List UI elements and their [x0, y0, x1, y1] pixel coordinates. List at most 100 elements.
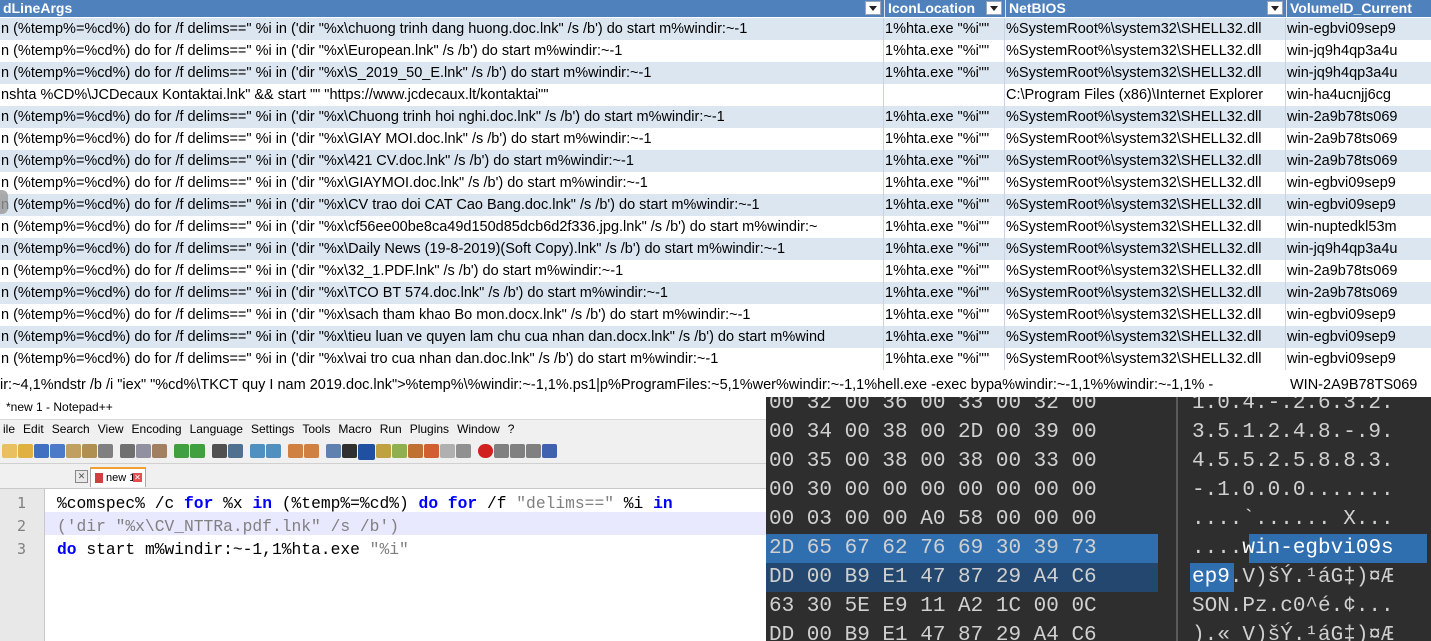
- cell-iconlocation[interactable]: 1%hta.exe "%i"": [884, 216, 1005, 238]
- close-icon[interactable]: ✕: [75, 470, 88, 483]
- cell-volumeid[interactable]: win-2a9b78ts069: [1286, 150, 1431, 172]
- hex-row[interactable]: DD 00 B9 E1 47 87 29 A4 C6).« V)šÝ.¹áG‡)…: [766, 621, 1431, 641]
- hex-row[interactable]: 00 03 00 00 A0 58 00 00 00 ....`...... X.…: [766, 505, 1431, 534]
- cell-netbios[interactable]: C:\Program Files (x86)\Internet Explorer: [1005, 84, 1286, 106]
- menu-macro[interactable]: Macro: [335, 420, 376, 439]
- save-icon[interactable]: [34, 444, 49, 458]
- cell-volumeid[interactable]: win-nuptedkl53m: [1286, 216, 1431, 238]
- table-row[interactable]: n (%temp%=%cd%) do for /f delims==" %i i…: [0, 216, 1431, 238]
- menu-view[interactable]: View: [95, 420, 129, 439]
- find-icon[interactable]: [212, 444, 227, 458]
- sync-horizontal-icon[interactable]: [304, 444, 319, 458]
- cell-netbios[interactable]: %SystemRoot%\system32\SHELL32.dll: [1005, 40, 1286, 62]
- open-file-icon[interactable]: [18, 444, 33, 458]
- column-header-volumeid[interactable]: VolumeID_Current: [1286, 0, 1431, 17]
- table-row[interactable]: n (%temp%=%cd%) do for /f delims==" %i i…: [0, 128, 1431, 150]
- cell-iconlocation[interactable]: 1%hta.exe "%i"": [884, 326, 1005, 348]
- stop-macro-icon[interactable]: [494, 444, 509, 458]
- save-all-icon[interactable]: [50, 444, 65, 458]
- zoom-out-icon[interactable]: [266, 444, 281, 458]
- cell-commandlineargs[interactable]: n (%temp%=%cd%) do for /f delims==" %i i…: [0, 326, 884, 348]
- cut-icon[interactable]: [120, 444, 135, 458]
- column-header-iconlocation[interactable]: IconLocation: [884, 0, 1005, 17]
- menu-run[interactable]: Run: [377, 420, 407, 439]
- hex-bytes[interactable]: 63 30 5E E9 11 A2 1C 00 0C: [769, 592, 1097, 621]
- cell-volumeid[interactable]: win-egbvi09sep9: [1286, 194, 1431, 216]
- ascii-text[interactable]: ....win-egbvi09s: [1192, 534, 1394, 563]
- cell-commandlineargs[interactable]: n (%temp%=%cd%) do for /f delims==" %i i…: [0, 238, 884, 260]
- cell-commandlineargs[interactable]: n (%temp%=%cd%) do for /f delims==" %i i…: [0, 282, 884, 304]
- hex-row[interactable]: 00 30 00 00 00 00 00 00 00 -.1.0.0.0.....…: [766, 476, 1431, 505]
- cell-volumeid[interactable]: win-jq9h4qp3a4u: [1286, 62, 1431, 84]
- sync-vertical-icon[interactable]: [288, 444, 303, 458]
- record-macro-icon[interactable]: [478, 444, 493, 458]
- cell-netbios[interactable]: %SystemRoot%\system32\SHELL32.dll: [1005, 128, 1286, 150]
- cell-netbios[interactable]: %SystemRoot%\system32\SHELL32.dll: [1005, 194, 1286, 216]
- cell-commandlineargs[interactable]: n (%temp%=%cd%) do for /f delims==" %i i…: [0, 216, 884, 238]
- table-row[interactable]: n (%temp%=%cd%) do for /f delims==" %i i…: [0, 304, 1431, 326]
- ascii-text[interactable]: ).« V)šÝ.¹áG‡)¤Æ: [1192, 621, 1394, 641]
- cell-volumeid[interactable]: win-jq9h4qp3a4u: [1286, 238, 1431, 260]
- cell-volumeid[interactable]: win-egbvi09sep9: [1286, 172, 1431, 194]
- cell-iconlocation[interactable]: 1%hta.exe "%i"": [884, 172, 1005, 194]
- cell-commandlineargs[interactable]: n (%temp%=%cd%) do for /f delims==" %i i…: [0, 106, 884, 128]
- cell-iconlocation[interactable]: 1%hta.exe "%i"": [884, 40, 1005, 62]
- window-title-bar[interactable]: *new 1 - Notepad++: [0, 397, 766, 418]
- save-macro-icon[interactable]: [542, 444, 557, 458]
- cell-netbios[interactable]: %SystemRoot%\system32\SHELL32.dll: [1005, 348, 1286, 370]
- hex-bytes[interactable]: 00 30 00 00 00 00 00 00 00: [769, 476, 1097, 505]
- cell-commandlineargs[interactable]: n (%temp%=%cd%) do for /f delims==" %i i…: [0, 172, 884, 194]
- play-macro-icon[interactable]: [510, 444, 525, 458]
- table-row[interactable]: nshta %CD%\JCDecaux Kontaktai.lnk" && st…: [0, 84, 1431, 106]
- menu-file[interactable]: ile: [0, 420, 20, 439]
- hex-bytes[interactable]: 00 35 00 38 00 38 00 33 00: [769, 447, 1097, 476]
- cell-volumeid[interactable]: win-egbvi09sep9: [1286, 304, 1431, 326]
- cell-iconlocation[interactable]: 1%hta.exe "%i"": [884, 150, 1005, 172]
- menu-window[interactable]: Window: [454, 420, 505, 439]
- cell-volumeid[interactable]: win-egbvi09sep9: [1286, 18, 1431, 40]
- cell-iconlocation[interactable]: 1%hta.exe "%i"": [884, 238, 1005, 260]
- cell-commandlineargs[interactable]: n (%temp%=%cd%) do for /f delims==" %i i…: [0, 348, 884, 370]
- cell-iconlocation[interactable]: [884, 84, 1005, 106]
- hex-row[interactable]: 63 30 5E E9 11 A2 1C 00 0C SON.Pz.c0^é.¢.…: [766, 592, 1431, 621]
- doc-map-icon[interactable]: [392, 444, 407, 458]
- cell-iconlocation[interactable]: 1%hta.exe "%i"": [884, 18, 1005, 40]
- print-icon[interactable]: [98, 444, 113, 458]
- ascii-text[interactable]: ep9.V)šÝ.¹áG‡)¤Æ: [1192, 563, 1394, 592]
- word-wrap-icon[interactable]: [326, 444, 341, 458]
- cell-commandlineargs[interactable]: n (%temp%=%cd%) do for /f delims==" %i i…: [0, 260, 884, 282]
- hex-bytes[interactable]: DD 00 B9 E1 47 87 29 A4 C6: [769, 563, 1097, 592]
- hex-bytes[interactable]: 00 34 00 38 00 2D 00 39 00: [769, 418, 1097, 447]
- zoom-in-icon[interactable]: [250, 444, 265, 458]
- cell-iconlocation[interactable]: 1%hta.exe "%i"": [884, 282, 1005, 304]
- table-row[interactable]: n (%temp%=%cd%) do for /f delims==" %i i…: [0, 150, 1431, 172]
- cell-netbios[interactable]: %SystemRoot%\system32\SHELL32.dll: [1005, 172, 1286, 194]
- cell-netbios[interactable]: %SystemRoot%\system32\SHELL32.dll: [1005, 62, 1286, 84]
- ascii-text[interactable]: 3.5.1.2.4.8.-.9.: [1192, 418, 1394, 447]
- column-header-commandlineargs[interactable]: dLineArgs: [0, 0, 884, 17]
- table-row[interactable]: n (%temp%=%cd%) do for /f delims==" %i i…: [0, 282, 1431, 304]
- table-row[interactable]: n (%temp%=%cd%) do for /f delims==" %i i…: [0, 260, 1431, 282]
- run-macro-multiple-icon[interactable]: [526, 444, 541, 458]
- cell-iconlocation[interactable]: 1%hta.exe "%i"": [884, 260, 1005, 282]
- hex-row[interactable]: 00 35 00 38 00 38 00 33 00 4.5.5.2.5.8.8.…: [766, 447, 1431, 476]
- hex-bytes[interactable]: 00 32 00 36 00 33 00 32 00: [769, 397, 1097, 418]
- cell-commandlineargs[interactable]: n (%temp%=%cd%) do for /f delims==" %i i…: [0, 304, 884, 326]
- cell-volumeid[interactable]: win-egbvi09sep9: [1286, 348, 1431, 370]
- folder-workspace-icon[interactable]: [424, 444, 439, 458]
- cell-commandlineargs[interactable]: n (%temp%=%cd%) do for /f delims==" %i i…: [0, 150, 884, 172]
- cell-iconlocation[interactable]: 1%hta.exe "%i"": [884, 348, 1005, 370]
- cell-netbios[interactable]: %SystemRoot%\system32\SHELL32.dll: [1005, 150, 1286, 172]
- function-list-icon[interactable]: [408, 444, 423, 458]
- menu-help[interactable]: ?: [505, 420, 520, 439]
- cell-volumeid[interactable]: win-jq9h4qp3a4u: [1286, 40, 1431, 62]
- ascii-text[interactable]: SON.Pz.c0^é.¢...: [1192, 592, 1394, 621]
- cell-netbios[interactable]: %SystemRoot%\system32\SHELL32.dll: [1005, 106, 1286, 128]
- menu-search[interactable]: Search: [49, 420, 95, 439]
- cell-commandlineargs[interactable]: n (%temp%=%cd%) do for /f delims==" %i i…: [0, 40, 884, 62]
- cell-netbios[interactable]: %SystemRoot%\system32\SHELL32.dll: [1005, 18, 1286, 40]
- cell-volumeid[interactable]: win-2a9b78ts069: [1286, 260, 1431, 282]
- close-all-icon[interactable]: [82, 444, 97, 458]
- cell-netbios[interactable]: %SystemRoot%\system32\SHELL32.dll: [1005, 238, 1286, 260]
- filter-dropdown-icon[interactable]: [865, 1, 881, 15]
